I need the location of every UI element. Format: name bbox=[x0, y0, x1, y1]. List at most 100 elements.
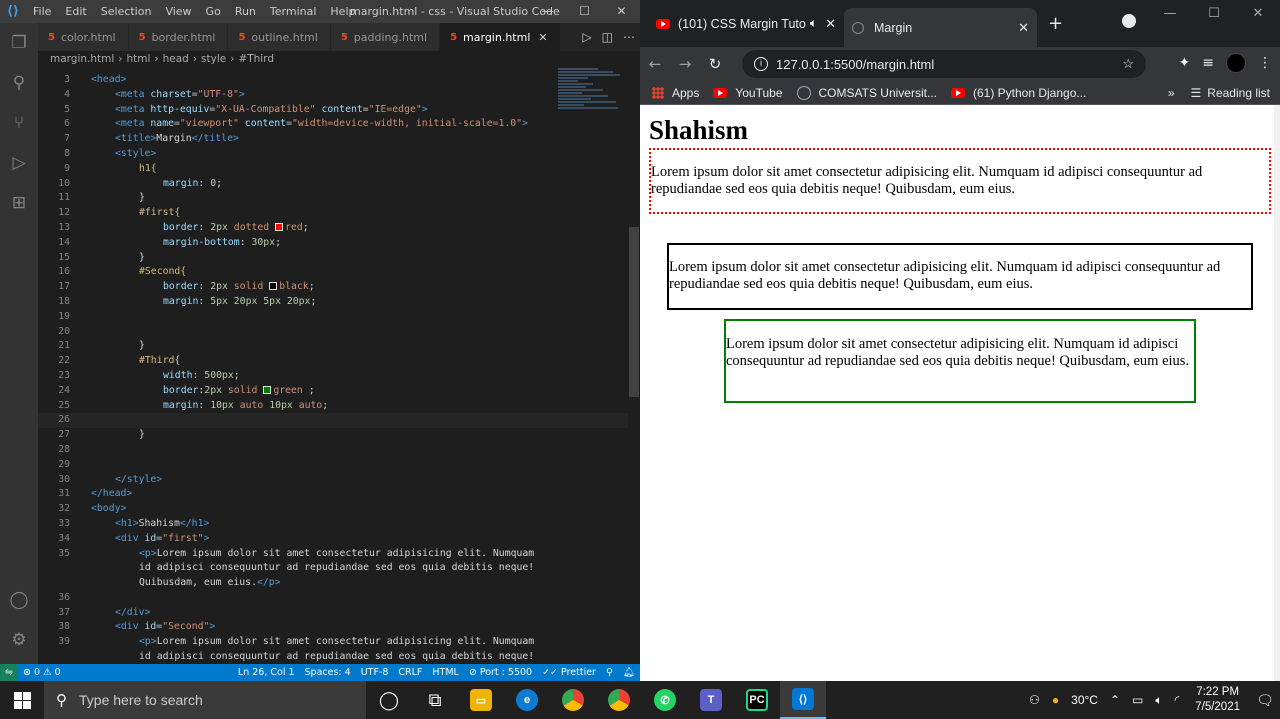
code-line[interactable]: 37 </div> bbox=[38, 606, 628, 621]
cursor-position[interactable]: Ln 26, Col 1 bbox=[233, 667, 300, 678]
code-line[interactable]: 20 bbox=[38, 325, 628, 340]
code-line[interactable]: 33 <h1>Shahism</h1> bbox=[38, 517, 628, 532]
temperature[interactable]: 30°C bbox=[1071, 693, 1098, 707]
whatsapp-icon[interactable]: ✆ bbox=[642, 681, 688, 719]
vscode-taskbar-icon[interactable]: ⟨⟩ bbox=[780, 681, 826, 719]
code-line[interactable]: 23 width: 500px; bbox=[38, 369, 628, 384]
volume-icon[interactable]: 🔈︎ bbox=[1155, 693, 1162, 708]
code-line[interactable]: 31 </head> bbox=[38, 487, 628, 502]
tab-outline-html[interactable]: 5 outline.html bbox=[228, 23, 331, 51]
code-line[interactable]: id adipisci consequuntur ad repudiandae … bbox=[38, 561, 628, 576]
taskbar-search[interactable]: ⚲ Type here to search bbox=[44, 681, 366, 719]
code-line[interactable]: 29 bbox=[38, 458, 628, 473]
end-of-line[interactable]: CRLF bbox=[393, 667, 427, 678]
code-line[interactable]: 9 h1{ bbox=[38, 162, 628, 177]
code-editor[interactable]: 3 <head> 4 <meta charset="UTF-8"> 5 <meta htt… bbox=[38, 67, 628, 664]
code-line[interactable]: 6 <meta name="viewport" content="width=de… bbox=[38, 117, 628, 132]
extensions-icon[interactable]: ⊞ bbox=[0, 183, 38, 223]
code-line[interactable]: 4 <meta charset="UTF-8"> bbox=[38, 88, 628, 103]
edge-icon[interactable]: e bbox=[504, 681, 550, 719]
code-line[interactable]: 18 margin: 5px 20px 5px 20px; bbox=[38, 295, 628, 310]
explorer-icon[interactable]: ❐ bbox=[0, 23, 38, 63]
chevron-up-icon[interactable]: ⌃ bbox=[1110, 693, 1120, 707]
source-control-icon[interactable]: ⑂ bbox=[0, 103, 38, 143]
code-line[interactable]: 21} bbox=[38, 339, 628, 354]
reading-list-label[interactable]: Reading list bbox=[1207, 86, 1270, 100]
people-icon[interactable]: ⚇ bbox=[1029, 693, 1040, 707]
reading-list-icon[interactable]: ☰ bbox=[1191, 86, 1202, 100]
address-bar[interactable]: i 127.0.0.1:5500/margin.html ☆ bbox=[742, 50, 1146, 78]
code-line[interactable]: 26 bbox=[38, 413, 628, 428]
breadcrumb-third[interactable]: #Third bbox=[238, 53, 274, 65]
close-tab-icon[interactable]: ✕ bbox=[538, 31, 547, 44]
media-queue-icon[interactable]: ≡ bbox=[1202, 55, 1214, 71]
encoding[interactable]: UTF-8 bbox=[356, 667, 394, 678]
code-line[interactable]: 27} bbox=[38, 428, 628, 443]
run-debug-icon[interactable]: ▷ bbox=[0, 143, 38, 183]
breadcrumb-html[interactable]: html bbox=[127, 53, 151, 65]
menu-file[interactable]: File bbox=[26, 5, 58, 18]
wifi-icon[interactable]: ◜ bbox=[1175, 693, 1180, 707]
bookmark-python-django[interactable]: (61) Python Django... bbox=[950, 86, 1086, 100]
weather-icon[interactable]: ● bbox=[1052, 693, 1059, 707]
cortana-icon[interactable]: ◯ bbox=[366, 681, 412, 719]
code-line[interactable]: 3 <head> bbox=[38, 73, 628, 88]
more-bookmarks-icon[interactable]: » bbox=[1168, 86, 1175, 100]
live-server-port[interactable]: ⊘ Port : 5500 bbox=[464, 667, 537, 678]
remote-indicator-icon[interactable]: ⇋ bbox=[0, 664, 18, 681]
prettier-status[interactable]: ✓✓ Prettier bbox=[537, 667, 601, 678]
info-icon[interactable]: i bbox=[754, 57, 768, 71]
code-line[interactable]: 10 margin: 0; bbox=[38, 177, 628, 192]
tab-margin-html[interactable]: 5 margin.html ✕ bbox=[440, 23, 561, 51]
split-editor-icon[interactable]: ◫ bbox=[597, 30, 618, 44]
run-icon[interactable]: ▷ bbox=[577, 30, 596, 44]
chrome-icon[interactable] bbox=[550, 681, 596, 719]
close-icon[interactable]: ✕ bbox=[1236, 0, 1280, 28]
code-line[interactable]: 34 <div id="first"> bbox=[38, 532, 628, 547]
bookmark-apps[interactable]: Apps bbox=[652, 86, 699, 100]
teams-icon[interactable]: T bbox=[688, 681, 734, 719]
code-line[interactable]: 15} bbox=[38, 251, 628, 266]
minimap[interactable] bbox=[558, 67, 628, 177]
code-line[interactable]: 25 margin: 10px auto 10px auto; bbox=[38, 399, 628, 414]
minimize-icon[interactable]: — bbox=[529, 0, 566, 23]
problems-indicator[interactable]: ⊗ 0 ⚠ 0 bbox=[18, 667, 66, 678]
tab-border-html[interactable]: 5 border.html bbox=[128, 23, 229, 51]
language-mode[interactable]: HTML bbox=[427, 667, 463, 678]
tab-margin[interactable]: Margin ✕ bbox=[844, 8, 1037, 47]
speaker-icon[interactable]: 🔈︎ bbox=[810, 16, 818, 31]
menu-run[interactable]: Run bbox=[228, 5, 263, 18]
close-icon[interactable]: ✕ bbox=[603, 0, 640, 23]
close-tab-icon[interactable]: ✕ bbox=[825, 16, 836, 32]
search-icon[interactable]: ⚲ bbox=[0, 63, 38, 103]
code-line[interactable]: 5 <meta http-equiv="X-UA-Compatible" cont… bbox=[38, 103, 628, 118]
task-view-icon[interactable]: ⧉ bbox=[412, 681, 458, 719]
notifications-icon[interactable]: 🗨︎ bbox=[1250, 692, 1280, 709]
tab-youtube[interactable]: (101) CSS Margin Tuto 🔈︎ ✕ bbox=[648, 8, 844, 39]
breadcrumb-head[interactable]: head bbox=[163, 53, 189, 65]
code-line[interactable]: 8 <style> bbox=[38, 147, 628, 162]
new-tab-icon[interactable]: + bbox=[1048, 13, 1063, 34]
code-line[interactable]: 7 <title>Margin</title> bbox=[38, 132, 628, 147]
code-line[interactable]: 28 bbox=[38, 443, 628, 458]
code-line[interactable]: 19 bbox=[38, 310, 628, 325]
menu-edit[interactable]: Edit bbox=[58, 5, 93, 18]
forward-icon[interactable]: → bbox=[670, 55, 700, 73]
profile-avatar[interactable] bbox=[1226, 53, 1246, 73]
bookmark-comsats[interactable]: COMSATS Universit... bbox=[796, 85, 937, 100]
menu-selection[interactable]: Selection bbox=[94, 5, 159, 18]
page-scrollbar[interactable] bbox=[1274, 105, 1280, 681]
code-line[interactable]: 17 border: 2px solid black; bbox=[38, 280, 628, 295]
code-line[interactable]: 14 margin-bottom: 30px; bbox=[38, 236, 628, 251]
tab-color-html[interactable]: 5 color.html bbox=[38, 23, 129, 51]
code-line[interactable]: 13 border: 2px dotted red; bbox=[38, 221, 628, 236]
code-line[interactable]: 35 <p>Lorem ipsum dolor sit amet consecte… bbox=[38, 547, 628, 562]
feedback-icon[interactable]: ⚲ bbox=[601, 667, 618, 678]
gear-icon[interactable]: ⚙ bbox=[0, 620, 38, 660]
clock[interactable]: 7:22 PM 7/5/2021 bbox=[1195, 685, 1240, 715]
code-line[interactable]: id adipisci consequuntur ad repudiandae … bbox=[38, 650, 628, 664]
bookmark-youtube[interactable]: YouTube bbox=[713, 86, 783, 100]
reload-icon[interactable]: ↻ bbox=[700, 55, 730, 73]
menu-go[interactable]: Go bbox=[199, 5, 228, 18]
menu-view[interactable]: View bbox=[158, 5, 198, 18]
